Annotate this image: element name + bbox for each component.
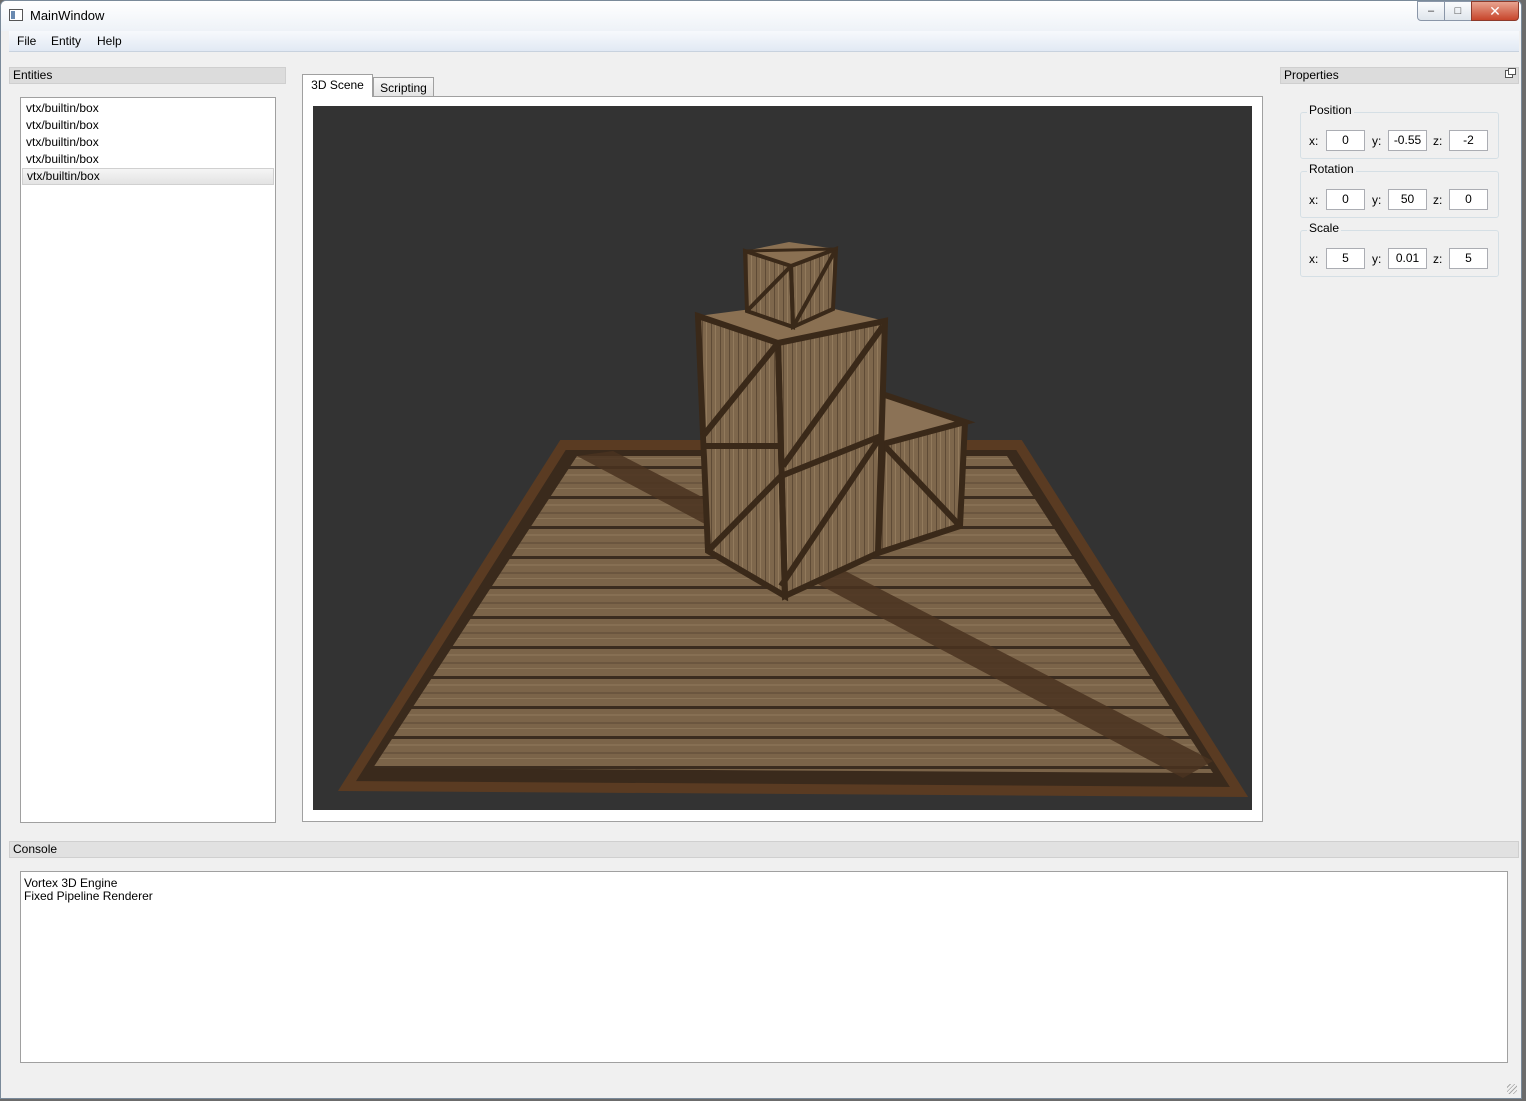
entity-list-item[interactable]: vtx/builtin/box <box>22 134 274 151</box>
position-label: Position <box>1307 103 1354 117</box>
tab-3d-scene[interactable]: 3D Scene <box>302 74 373 97</box>
position-group: Position x: 0 y: -0.55 z: -2 <box>1300 103 1499 159</box>
position-z-label: z: <box>1433 134 1443 148</box>
rotation-label: Rotation <box>1307 162 1356 176</box>
menu-entity[interactable]: Entity <box>49 34 83 48</box>
crate-scene-render <box>337 242 1249 798</box>
scale-y-field[interactable]: 0.01 <box>1388 248 1427 269</box>
entity-list-item[interactable]: vtx/builtin/box <box>22 100 274 117</box>
rotation-z-label: z: <box>1433 193 1443 207</box>
menu-help[interactable]: Help <box>95 34 124 48</box>
scale-x-field[interactable]: 5 <box>1326 248 1365 269</box>
maximize-button[interactable]: □ <box>1444 1 1472 21</box>
entities-dock-title[interactable]: Entities <box>9 67 286 84</box>
close-button[interactable]: ✕ <box>1471 1 1519 21</box>
window-title: MainWindow <box>30 8 105 23</box>
position-y-field[interactable]: -0.55 <box>1388 130 1427 151</box>
app-icon <box>9 9 23 21</box>
position-x-label: x: <box>1309 134 1319 148</box>
rotation-y-field[interactable]: 50 <box>1388 189 1427 210</box>
menu-file[interactable]: File <box>15 34 38 48</box>
properties-title-label: Properties <box>1284 68 1339 82</box>
console-output[interactable]: Vortex 3D Engine Fixed Pipeline Renderer <box>20 871 1508 1063</box>
rotation-group: Rotation x: 0 y: 50 z: 0 <box>1300 162 1499 218</box>
console-line: Fixed Pipeline Renderer <box>24 889 153 903</box>
rotation-x-label: x: <box>1309 193 1319 207</box>
position-y-label: y: <box>1372 134 1382 148</box>
console-dock-title[interactable]: Console <box>9 841 1519 858</box>
scale-label: Scale <box>1307 221 1342 235</box>
menu-bar: File Entity Help <box>9 31 1519 52</box>
entity-list-item[interactable]: vtx/builtin/box <box>22 151 274 168</box>
entity-list-item-selected[interactable]: vtx/builtin/box <box>22 168 274 185</box>
title-bar[interactable]: MainWindow – □ ✕ <box>1 1 1521 31</box>
position-z-field[interactable]: -2 <box>1449 130 1488 151</box>
resize-grip[interactable] <box>1507 1084 1517 1094</box>
scale-group: Scale x: 5 y: 0.01 z: 5 <box>1300 221 1499 277</box>
3d-viewport[interactable] <box>313 106 1252 810</box>
minimize-button[interactable]: – <box>1417 1 1445 21</box>
properties-dock-title[interactable]: Properties <box>1280 67 1519 84</box>
position-x-field[interactable]: 0 <box>1326 130 1365 151</box>
rotation-z-field[interactable]: 0 <box>1449 189 1488 210</box>
scale-z-field[interactable]: 5 <box>1449 248 1488 269</box>
main-window: MainWindow – □ ✕ File Entity Help Entiti… <box>0 0 1522 1099</box>
console-line: Vortex 3D Engine <box>24 876 118 890</box>
entity-list-item[interactable]: vtx/builtin/box <box>22 117 274 134</box>
entity-list[interactable]: vtx/builtin/box vtx/builtin/box vtx/buil… <box>20 97 276 823</box>
tab-pane-3d-scene <box>302 96 1263 822</box>
tab-scripting[interactable]: Scripting <box>373 77 434 97</box>
scale-z-label: z: <box>1433 252 1443 266</box>
scale-x-label: x: <box>1309 252 1319 266</box>
rotation-y-label: y: <box>1372 193 1382 207</box>
rotation-x-field[interactable]: 0 <box>1326 189 1365 210</box>
scale-y-label: y: <box>1372 252 1382 266</box>
float-dock-icon[interactable] <box>1505 68 1516 78</box>
